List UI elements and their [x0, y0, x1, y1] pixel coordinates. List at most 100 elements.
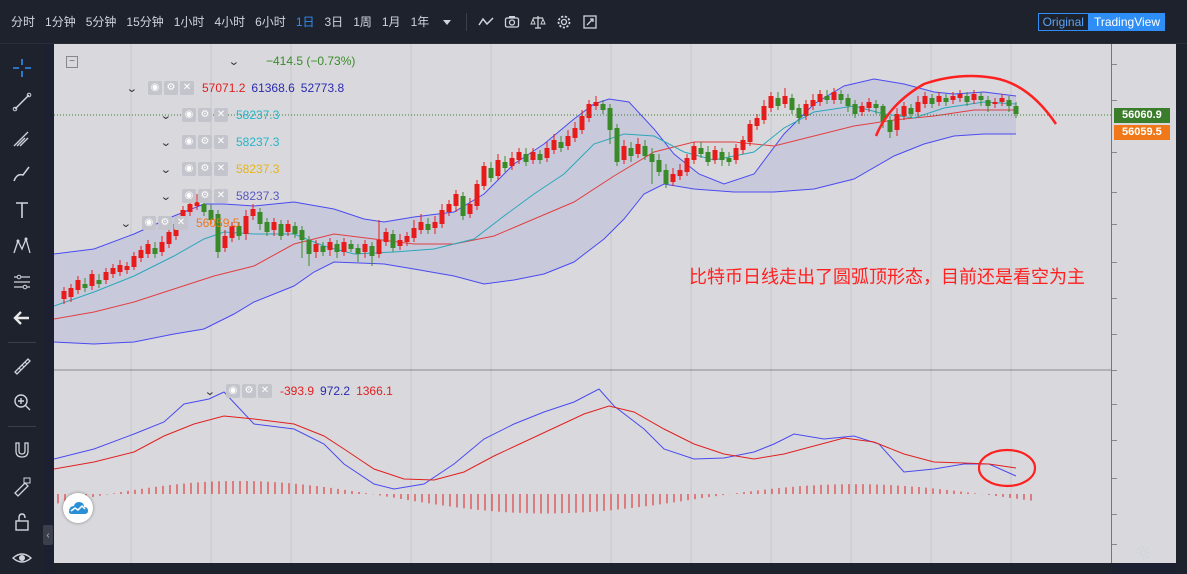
settings-icon[interactable]: ⚙ — [198, 162, 212, 176]
ruler-icon[interactable] — [8, 352, 36, 380]
candle-body — [943, 98, 949, 102]
time-scale[interactable] — [54, 563, 1111, 574]
magnet-icon[interactable] — [8, 436, 36, 464]
long-short-icon[interactable] — [8, 268, 36, 296]
timeframe-5[interactable]: 4小时 — [209, 11, 250, 33]
eye-icon[interactable]: ◉ — [182, 162, 196, 176]
gear-icon[interactable] — [1133, 543, 1153, 563]
timeframe-3[interactable]: 15分钟 — [121, 11, 168, 33]
gear-icon[interactable] — [551, 11, 577, 33]
timeframe-7[interactable]: 1日 — [291, 11, 320, 33]
candle-body — [712, 150, 718, 160]
close-icon[interactable]: ✕ — [174, 216, 188, 230]
candle-body — [824, 96, 830, 100]
candle-body — [558, 142, 564, 148]
settings-icon[interactable]: ⚙ — [164, 81, 178, 95]
close-icon[interactable]: ✕ — [214, 189, 228, 203]
candle-body — [362, 244, 368, 252]
candle-body — [852, 104, 858, 114]
candle-body — [621, 146, 627, 160]
chevron-down-icon[interactable]: ⌄ — [160, 190, 178, 203]
timeframe-11[interactable]: 1年 — [406, 11, 435, 33]
text-icon[interactable] — [8, 196, 36, 224]
chevron-down-icon[interactable]: ⌄ — [204, 385, 222, 398]
lock-icon[interactable] — [8, 508, 36, 536]
settings-icon[interactable]: ⚙ — [158, 216, 172, 230]
chart-area[interactable]: − ⌄ −414.5 (−0.73%) ⌄ ◉ ⚙ ✕ 57071.2 61368.… — [54, 44, 1111, 563]
settings-icon[interactable]: ⚙ — [198, 189, 212, 203]
tradingview-logo-icon[interactable] — [63, 493, 93, 523]
candle-body — [341, 242, 347, 252]
timeframe-8[interactable]: 3日 — [320, 11, 349, 33]
timeframe-6[interactable]: 6小时 — [250, 11, 291, 33]
chevron-down-icon[interactable]: ⌄ — [228, 55, 246, 68]
price-scale[interactable]: 56060.9 56059.5 — [1111, 44, 1176, 563]
collapse-legend-button[interactable]: − — [66, 56, 78, 68]
lock-drawing-icon[interactable] — [8, 472, 36, 500]
settings-icon[interactable]: ⚙ — [242, 384, 256, 398]
eye-icon[interactable]: ◉ — [226, 384, 240, 398]
close-icon[interactable]: ✕ — [214, 108, 228, 122]
crosshair-icon[interactable] — [8, 54, 36, 82]
price-tick — [1112, 544, 1117, 545]
collapse-toolbar-button[interactable]: ‹ — [43, 525, 53, 545]
fullscreen-icon[interactable] — [577, 11, 603, 33]
candle-body — [446, 204, 452, 212]
candle-body — [677, 170, 683, 176]
timeframe-4[interactable]: 1小时 — [169, 11, 210, 33]
chevron-down-icon[interactable]: ⌄ — [120, 217, 138, 230]
camera-icon[interactable] — [499, 11, 525, 33]
ma5-value: 56059.5 — [196, 216, 240, 230]
eye-icon[interactable]: ◉ — [148, 81, 162, 95]
candle-body — [61, 291, 67, 299]
candle-body — [397, 240, 403, 246]
close-icon[interactable]: ✕ — [180, 81, 194, 95]
candle-body — [502, 162, 508, 168]
candle-body — [894, 114, 900, 130]
tradingview-view-button[interactable]: TradingView — [1088, 13, 1165, 31]
scale-icon[interactable] — [525, 11, 551, 33]
ma-legend-1: ⌄ ◉ ⚙ ✕ 58237.3 — [160, 108, 280, 122]
ma1-value: 58237.3 — [236, 108, 280, 122]
candle-body — [691, 146, 697, 160]
close-icon[interactable]: ✕ — [214, 162, 228, 176]
candle-body — [649, 154, 655, 162]
pattern-icon[interactable] — [8, 232, 36, 260]
macd-dea-line — [54, 405, 1017, 481]
chevron-down-icon[interactable]: ⌄ — [160, 109, 178, 122]
left-drawing-toolbar — [0, 44, 44, 574]
settings-icon[interactable]: ⚙ — [198, 108, 212, 122]
zoom-in-icon[interactable] — [8, 388, 36, 416]
line-chart-icon[interactable] — [473, 11, 499, 33]
timeframe-0[interactable]: 分时 — [6, 11, 40, 33]
chevron-down-icon[interactable]: ⌄ — [160, 163, 178, 176]
eye-icon[interactable]: ◉ — [142, 216, 156, 230]
timeframe-10[interactable]: 1月 — [377, 11, 406, 33]
back-arrow-icon[interactable] — [8, 304, 36, 332]
chevron-down-icon[interactable]: ⌄ — [126, 82, 144, 95]
candle-body — [131, 256, 137, 267]
eye-icon[interactable] — [8, 544, 36, 572]
candle-body — [859, 106, 865, 112]
candle-body — [607, 108, 613, 130]
candle-body — [698, 148, 704, 154]
chevron-down-icon[interactable]: ⌄ — [160, 136, 178, 149]
settings-icon[interactable]: ⚙ — [198, 135, 212, 149]
eye-icon[interactable]: ◉ — [182, 189, 196, 203]
price-tick — [1112, 100, 1117, 101]
candle-body — [887, 120, 893, 132]
eye-icon[interactable]: ◉ — [182, 135, 196, 149]
original-view-button[interactable]: Original — [1037, 13, 1089, 31]
brush-icon[interactable] — [8, 160, 36, 188]
close-icon[interactable]: ✕ — [258, 384, 272, 398]
eye-icon[interactable]: ◉ — [182, 108, 196, 122]
pitchfork-icon[interactable] — [8, 124, 36, 152]
candle-body — [264, 222, 270, 232]
trend-line-icon[interactable] — [8, 88, 36, 116]
timeframe-9[interactable]: 1周 — [348, 11, 377, 33]
timeframe-1[interactable]: 1分钟 — [40, 11, 81, 33]
price-tick — [1112, 478, 1117, 479]
timeframe-2[interactable]: 5分钟 — [81, 11, 122, 33]
dropdown-caret-icon[interactable] — [434, 11, 460, 33]
close-icon[interactable]: ✕ — [214, 135, 228, 149]
